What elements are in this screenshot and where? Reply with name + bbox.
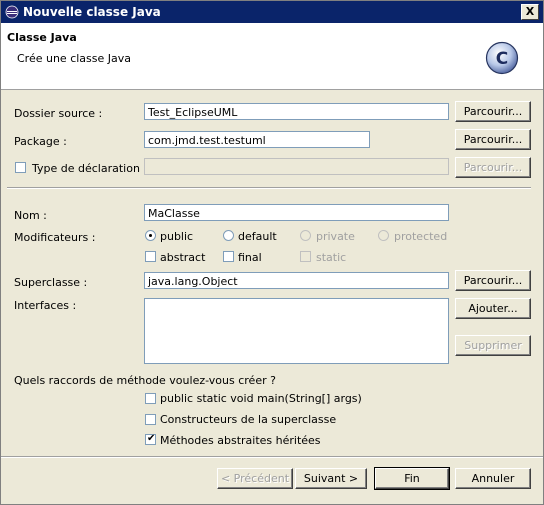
finish-button[interactable]: Fin: [374, 467, 450, 490]
title-bar[interactable]: Nouvelle classe Java X: [1, 1, 543, 23]
wizard-header: Classe Java Crée une classe Java C: [1, 23, 543, 90]
interfaces-label: Interfaces :: [14, 299, 77, 312]
package-label: Package :: [14, 135, 67, 148]
eclipse-icon: [5, 5, 19, 19]
inherited-methods-checkbox[interactable]: ✔: [145, 433, 156, 445]
separator: [7, 187, 531, 189]
source-folder-label: Dossier source :: [14, 107, 103, 120]
abstract-label: abstract: [160, 251, 206, 264]
method-stubs-question: Quels raccords de méthode voulez-vous cr…: [14, 374, 276, 387]
new-java-class-dialog: Nouvelle classe Java X Classe Java Crée …: [0, 0, 544, 505]
static-label: static: [316, 251, 347, 264]
interfaces-list[interactable]: [144, 298, 449, 364]
main-method-label: public static void main(String[] args): [160, 392, 362, 405]
cancel-button[interactable]: Annuler: [455, 468, 531, 489]
package-field[interactable]: com.jmd.test.testuml: [144, 131, 370, 148]
close-button[interactable]: X: [521, 4, 539, 20]
protected-radio: [378, 230, 389, 241]
abstract-checkbox[interactable]: [145, 251, 156, 262]
wizard-description: Crée une classe Java: [17, 52, 132, 65]
protected-label: protected: [394, 230, 448, 243]
window-title: Nouvelle classe Java: [23, 5, 161, 19]
static-checkbox: [300, 251, 311, 262]
enclosing-type-field: [144, 158, 449, 175]
default-radio[interactable]: [223, 230, 234, 241]
add-interface-button[interactable]: Ajouter...: [455, 298, 531, 319]
constructors-checkbox[interactable]: [145, 414, 156, 425]
modifiers-label: Modificateurs :: [14, 231, 96, 244]
default-label: default: [238, 230, 277, 243]
superclass-browse-button[interactable]: Parcourir...: [455, 270, 531, 291]
name-field[interactable]: MaClasse: [144, 204, 449, 221]
private-label: private: [316, 230, 355, 243]
wizard-title: Classe Java: [7, 31, 77, 44]
final-label: final: [238, 251, 262, 264]
footer-separator: [1, 456, 543, 458]
final-checkbox[interactable]: [223, 251, 234, 262]
enclosing-type-browse-button: Parcourir...: [455, 157, 531, 178]
inherited-methods-label: Méthodes abstraites héritées: [160, 434, 321, 447]
superclass-label: Superclasse :: [14, 276, 88, 289]
public-radio[interactable]: [145, 230, 156, 241]
enclosing-type-label: Type de déclaration :: [32, 162, 148, 175]
java-class-icon: C: [485, 41, 519, 75]
source-folder-browse-button[interactable]: Parcourir...: [455, 101, 531, 122]
main-method-checkbox[interactable]: [145, 393, 156, 404]
enclosing-type-checkbox[interactable]: [15, 162, 26, 173]
package-browse-button[interactable]: Parcourir...: [455, 129, 531, 150]
remove-interface-button: Supprimer: [455, 335, 531, 356]
private-radio: [300, 230, 311, 241]
public-label: public: [160, 230, 194, 243]
class-icon-letter: C: [496, 49, 508, 69]
superclass-field[interactable]: java.lang.Object: [144, 272, 449, 289]
back-button: < Précédent: [217, 468, 293, 489]
constructors-label: Constructeurs de la superclasse: [160, 413, 337, 426]
name-label: Nom :: [14, 209, 47, 222]
source-folder-field[interactable]: Test_EclipseUML: [144, 103, 449, 120]
next-button[interactable]: Suivant >: [295, 468, 367, 489]
